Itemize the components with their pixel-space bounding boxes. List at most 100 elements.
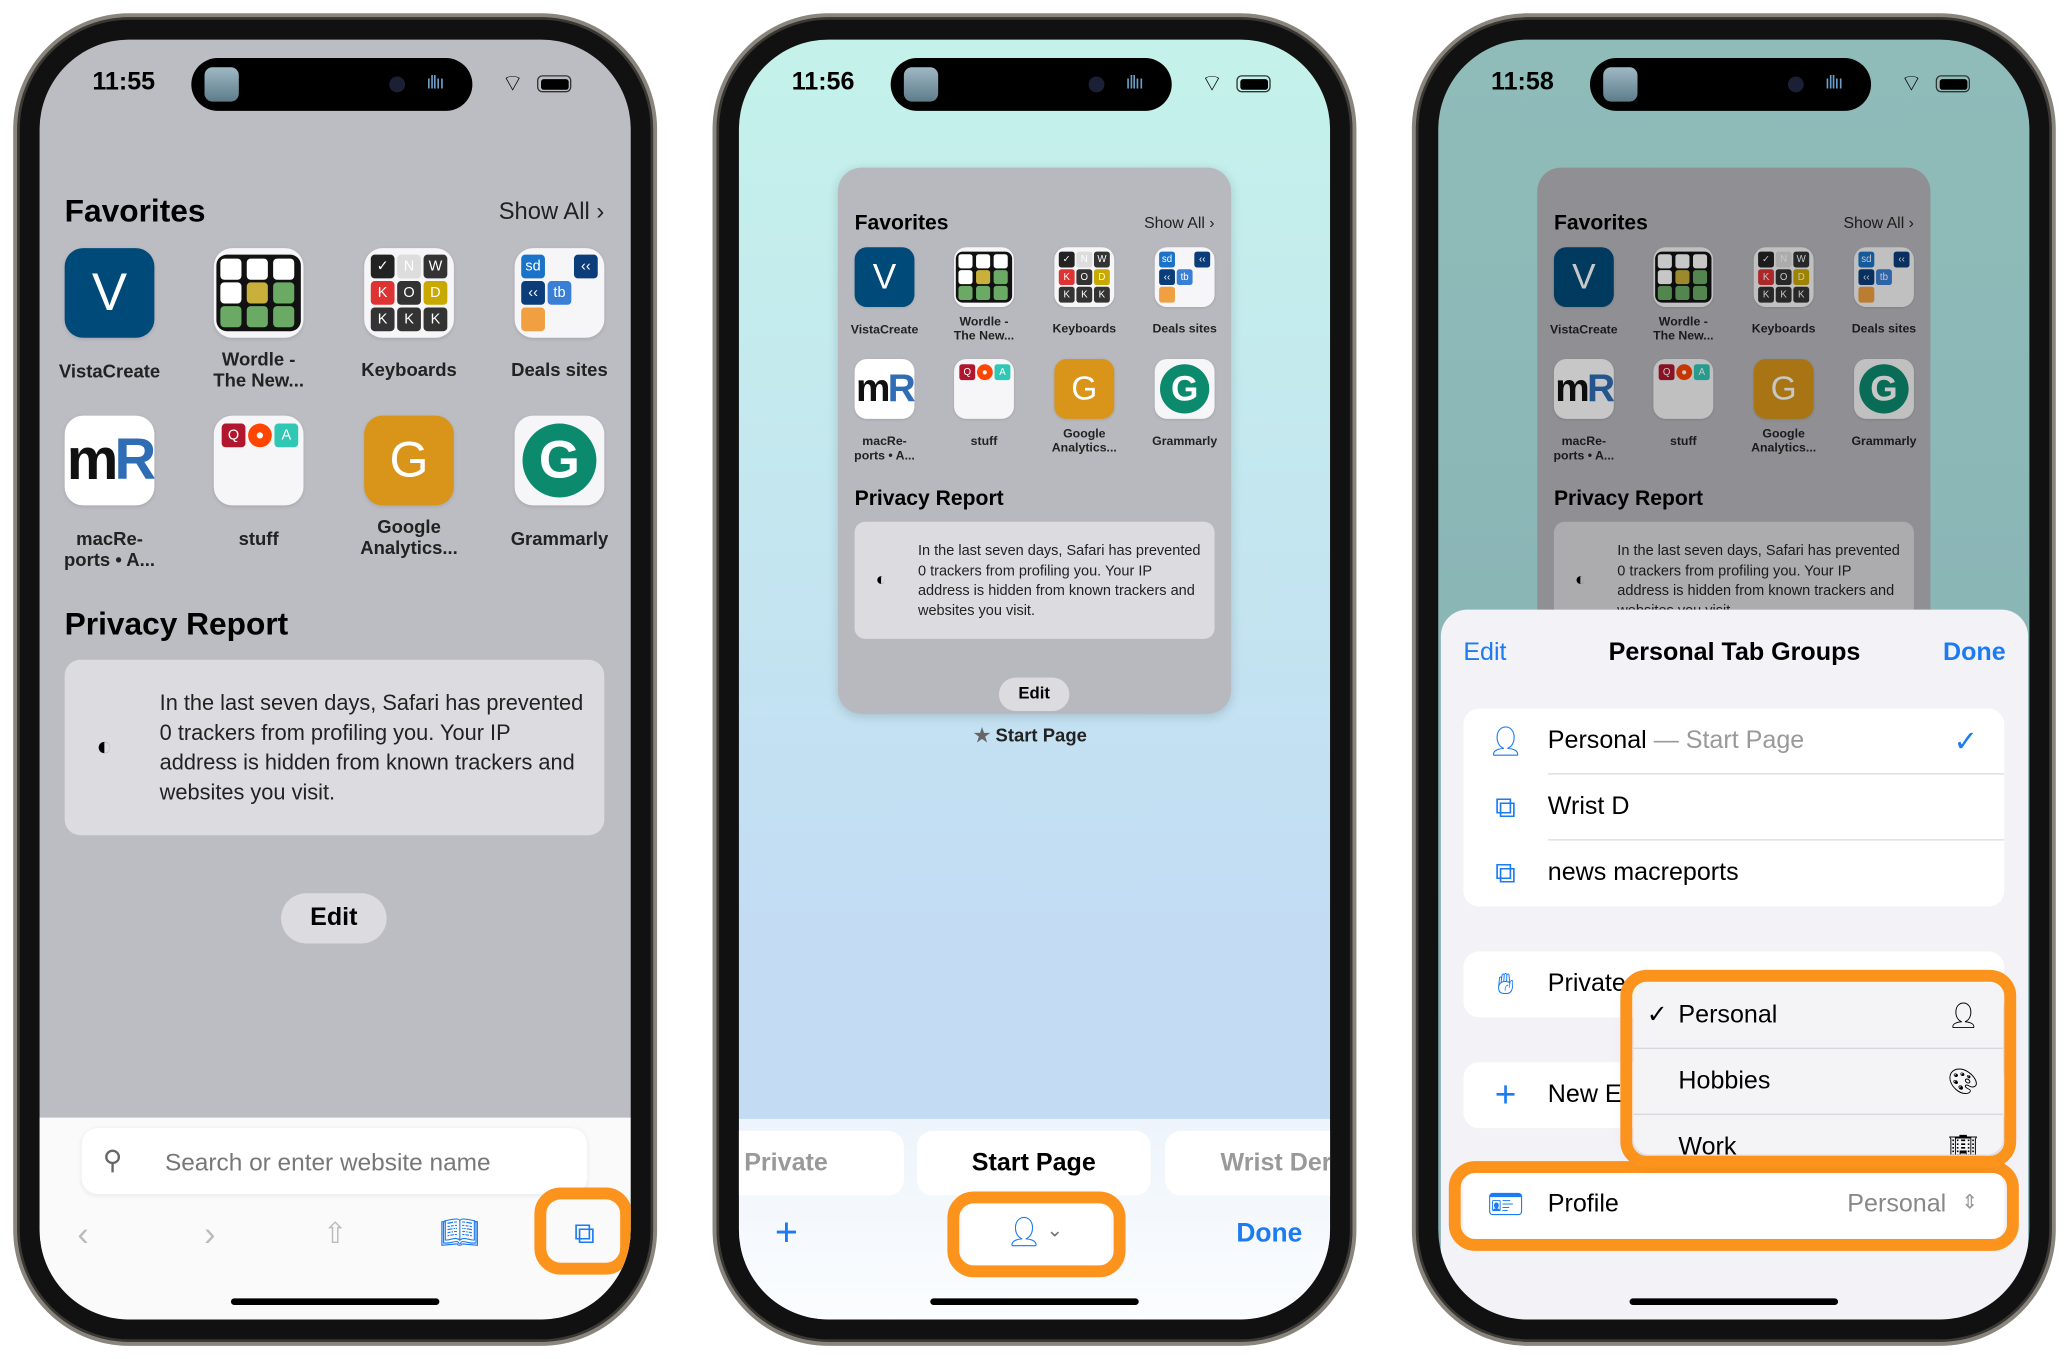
keyboards-folder-icon: ✓ N W K O D K K K	[1735, 247, 1832, 308]
start-page-preview: Favorites Show All › V VistaCreate Wordle - …	[838, 211, 1231, 714]
favorite-keyboards-folder[interactable]: ✓ N W K O D K K K Keyboards	[336, 248, 481, 380]
favorite-grammarly[interactable]: G Grammarly	[487, 415, 631, 549]
status-time: 11:55	[92, 68, 156, 97]
status-time: 11:58	[1491, 68, 1554, 97]
checkmark-icon: ✓	[1953, 724, 1978, 758]
star-icon: ★	[973, 724, 996, 746]
keyboards-folder-icon: ✓ N W K O D K K K	[336, 248, 481, 338]
favorite-stuff-folder[interactable]: Q ● A stuff	[186, 415, 331, 549]
privacy-report-card[interactable]: ◐ In the last seven days, Safari has prev…	[64, 659, 605, 836]
favorite-label: macRe- ports • A...	[1553, 433, 1615, 462]
phone-1-screen: 11:55 ıllıı ⌔ Favorites Show All › V VistaC…	[39, 39, 631, 1320]
favorite-deals-folder[interactable]: sd ‹‹ ‹‹ tb Deals sites	[1136, 247, 1231, 335]
wifi-icon: ⌔	[1200, 69, 1224, 97]
favorite-deals-folder[interactable]: sd ‹‹ ‹‹ tb Deals sites	[487, 248, 631, 380]
favorite-label: macRe- ports • A...	[64, 527, 156, 571]
wordle-icon	[186, 248, 331, 338]
favorite-keyboards-folder[interactable]: ✓ N W K O D K K K Keyboards	[1036, 247, 1133, 335]
favorite-label: Keyboards	[361, 358, 457, 381]
vistacreate-icon: V	[1537, 247, 1632, 308]
grammarly-icon: G	[1836, 358, 1931, 419]
vistacreate-icon: V	[40, 248, 183, 338]
favorite-macreports[interactable]: m R macRe- ports • A...	[40, 415, 183, 570]
tab-start-page[interactable]: Start Page	[917, 1130, 1151, 1196]
tab-preview-card[interactable]: Favorites Show All › V VistaCreate Wordle - …	[837, 167, 1232, 714]
favorite-grammarly[interactable]: G Grammarly	[1136, 358, 1231, 448]
tab-wrist[interactable]: Wrist Der	[1165, 1130, 1331, 1196]
favorite-label: Google Analytics...	[1751, 425, 1817, 455]
status-time: 11:56	[791, 68, 855, 97]
wifi-icon: ⌔	[1900, 69, 1923, 97]
show-all-link[interactable]: Show All ›	[1843, 214, 1913, 232]
dynamic-island: ıllıı	[1589, 58, 1872, 111]
show-all-link[interactable]: Show All ›	[499, 198, 605, 226]
vistacreate-icon: V	[838, 247, 933, 308]
tab-group-wrist[interactable]: ⧉ Wrist D	[1463, 775, 2005, 841]
deals-folder-icon: sd ‹‹ ‹‹ tb	[487, 248, 631, 338]
shield-icon: ◐	[1575, 570, 1586, 590]
highlight-profile-row	[1448, 1161, 2019, 1251]
favorite-macreports[interactable]: m R macRe- ports • A...	[838, 358, 933, 462]
highlight-profile-button	[947, 1191, 1126, 1278]
deals-folder-icon: sd ‹‹ ‹‹ tb	[1136, 247, 1231, 308]
favorite-label: Grammarly	[510, 527, 609, 549]
favorite-google-analytics[interactable]: G Google Analytics...	[1735, 358, 1832, 454]
dynamic-island: ıllıı	[890, 58, 1172, 111]
favorite-stuff-folder[interactable]: Q ● A stuff	[1635, 358, 1732, 448]
wifi-icon: ⌔	[501, 69, 524, 97]
tab-group-list: 👤︎ Personal — Start Page ✓ ⧉ Wrist D ⧉ n…	[1463, 708, 2005, 907]
wordle-icon	[1635, 247, 1732, 308]
favorite-deals-folder[interactable]: sd ‹‹ ‹‹ tb Deals sites	[1836, 247, 1931, 335]
favorite-label: macRe- ports • A...	[854, 433, 915, 462]
favorite-wordle[interactable]: Wordle - The New...	[1635, 247, 1732, 342]
favorite-vistacreate[interactable]: V VistaCreate	[838, 247, 933, 336]
search-icon: ⚲	[102, 1146, 123, 1176]
tab-private[interactable]: Private	[738, 1130, 904, 1196]
stuff-folder-icon: Q ● A	[1635, 358, 1732, 419]
favorite-google-analytics[interactable]: G Google Analytics...	[336, 415, 481, 558]
tab-group-personal[interactable]: 👤︎ Personal — Start Page ✓	[1463, 709, 2005, 775]
done-button[interactable]: Done	[1943, 639, 2006, 668]
new-tab-plus-icon[interactable]: +	[767, 1213, 807, 1254]
favorite-label: stuff	[238, 527, 279, 549]
tab-groups-sheet: Edit Personal Tab Groups Done 👤︎ Persona…	[1440, 609, 2029, 1320]
macreports-icon: mR	[40, 415, 183, 506]
favorite-google-analytics[interactable]: G Google Analytics...	[1036, 358, 1133, 454]
tab-title: ★ Start Page	[973, 724, 1087, 746]
favorite-wordle[interactable]: Wordle - The New...	[186, 248, 331, 391]
bookmarks-icon[interactable]: 📖︎	[439, 1214, 479, 1254]
highlight-profile-menu	[1620, 969, 2017, 1168]
favorite-vistacreate[interactable]: V VistaCreate	[1537, 247, 1632, 336]
search-placeholder: Search or enter website name	[164, 1147, 491, 1176]
tab-group-news[interactable]: ⧉ news macreports	[1463, 841, 2004, 907]
show-all-link[interactable]: Show All ›	[1144, 214, 1214, 232]
favorite-label: Deals sites	[511, 358, 608, 381]
favorite-wordle[interactable]: Wordle - The New...	[936, 247, 1033, 342]
done-button[interactable]: Done	[1236, 1219, 1302, 1249]
keyboards-folder-icon: ✓ N W K O D K K K	[1036, 247, 1133, 308]
favorite-grammarly[interactable]: G Grammarly	[1836, 358, 1931, 448]
favorite-stuff-folder[interactable]: Q ● A stuff	[936, 358, 1033, 448]
share-icon[interactable]: ⇧	[315, 1214, 355, 1254]
favorite-label: VistaCreate	[1550, 322, 1618, 337]
dynamic-island: ıllıı	[191, 58, 473, 111]
forward-icon[interactable]: ›	[190, 1214, 230, 1254]
favorite-macreports[interactable]: m R macRe- ports • A...	[1537, 358, 1632, 462]
privacy-report-title: Privacy Report	[854, 486, 1004, 511]
favorite-label: Grammarly	[1152, 433, 1218, 448]
favorite-label: Wordle - The New...	[953, 314, 1015, 343]
google-analytics-icon: G	[1036, 358, 1133, 419]
person-icon: 👤︎	[1487, 724, 1524, 758]
favorite-keyboards-folder[interactable]: ✓ N W K O D K K K Keyboards	[1735, 247, 1832, 335]
favorite-vistacreate[interactable]: V VistaCreate	[40, 248, 183, 381]
shield-icon: ◐	[96, 732, 113, 762]
favorite-label: Google Analytics...	[360, 515, 458, 559]
edit-start-page-button[interactable]: Edit	[998, 677, 1070, 712]
privacy-report-title: Privacy Report	[1553, 486, 1704, 511]
privacy-report-card[interactable]: ◐ In the last seven days, Safari has prev…	[854, 521, 1215, 639]
back-icon[interactable]: ‹	[63, 1214, 103, 1254]
home-indicator	[1629, 1298, 1839, 1305]
stuff-folder-icon: Q ● A	[936, 358, 1033, 419]
edit-start-page-button[interactable]: Edit	[281, 893, 387, 944]
search-input[interactable]: ⚲ Search or enter website name	[81, 1128, 588, 1195]
